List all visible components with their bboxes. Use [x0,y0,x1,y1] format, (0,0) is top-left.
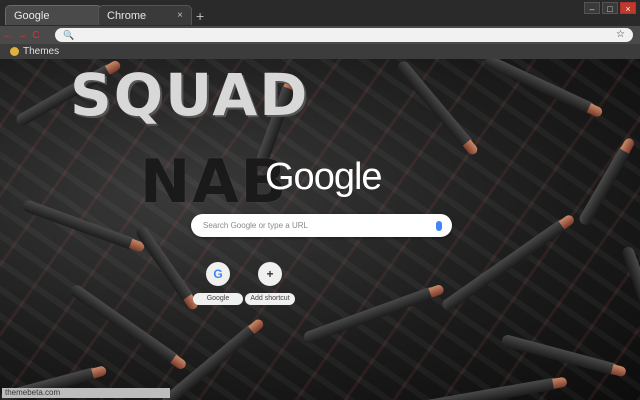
cartridge-tip [586,103,604,119]
cartridge-tip [462,139,480,157]
address-bar[interactable]: 🔍 ☆ [55,28,633,42]
tab-google[interactable]: Google [5,5,102,25]
shortcut-add[interactable]: + Add shortcut [245,262,295,305]
tab-label: Google [14,9,50,22]
search-icon: 🔍 [63,29,75,40]
new-tab-button[interactable]: + [196,9,204,23]
forward-button[interactable]: → [16,30,28,41]
cartridge-tip [620,136,636,154]
cartridge-tip [552,376,568,389]
cartridge-shape [302,283,446,345]
shortcut-label: Add shortcut [245,293,295,305]
microphone-icon[interactable] [436,220,442,231]
status-bar: themebeta.com [2,388,170,398]
cartridge-shape [395,59,480,157]
cartridge-shape [577,136,636,227]
reload-button[interactable]: C [30,30,42,41]
close-icon[interactable]: × [177,10,183,21]
new-tab-page: SQUAD NAB Google G Google + Add shortcut… [0,59,640,400]
cartridge-tip [558,213,576,230]
google-icon: G [206,262,230,286]
cartridge-shape [21,198,146,253]
overlay-text-line1: SQUAD [70,61,310,129]
add-icon: + [258,262,282,286]
search-input[interactable] [201,220,436,231]
google-logo: Google [265,156,383,198]
cartridge-shape [68,282,188,371]
bookmark-themes[interactable]: Themes [10,46,59,57]
minimize-button[interactable]: – [584,2,600,14]
tab-strip: Google Chrome × + – □ × [0,0,640,26]
cartridge-tip [91,365,108,379]
bookmark-label: Themes [23,46,60,57]
cartridge-shape [483,59,604,119]
close-button[interactable]: × [620,2,636,14]
cartridge-shape [620,245,640,325]
cartridge-tip [170,354,188,371]
tab-label: Chrome [107,9,147,22]
themes-icon [10,47,19,56]
cartridge-shape [440,213,576,313]
cartridge-shape [500,333,627,378]
cartridge-shape [134,224,200,312]
toolbar: ← → C 🔍 ☆ [0,26,640,44]
shortcut-label: Google [193,293,243,305]
search-box[interactable] [191,214,452,237]
bookmarks-bar: Themes [0,44,640,59]
window-controls: – □ × [584,2,636,14]
cartridge-tip [248,317,266,335]
back-button[interactable]: ← [2,30,14,41]
shortcut-google[interactable]: G Google [193,262,243,305]
maximize-button[interactable]: □ [602,2,618,14]
cartridge-tip [610,364,627,378]
shortcut-glyph: G [213,267,223,281]
cartridge-tip [428,283,446,298]
tab-chrome[interactable]: Chrome × [98,5,192,25]
star-icon[interactable]: ☆ [616,28,625,42]
shortcut-glyph: + [266,267,274,281]
cartridge-shape [420,376,568,400]
